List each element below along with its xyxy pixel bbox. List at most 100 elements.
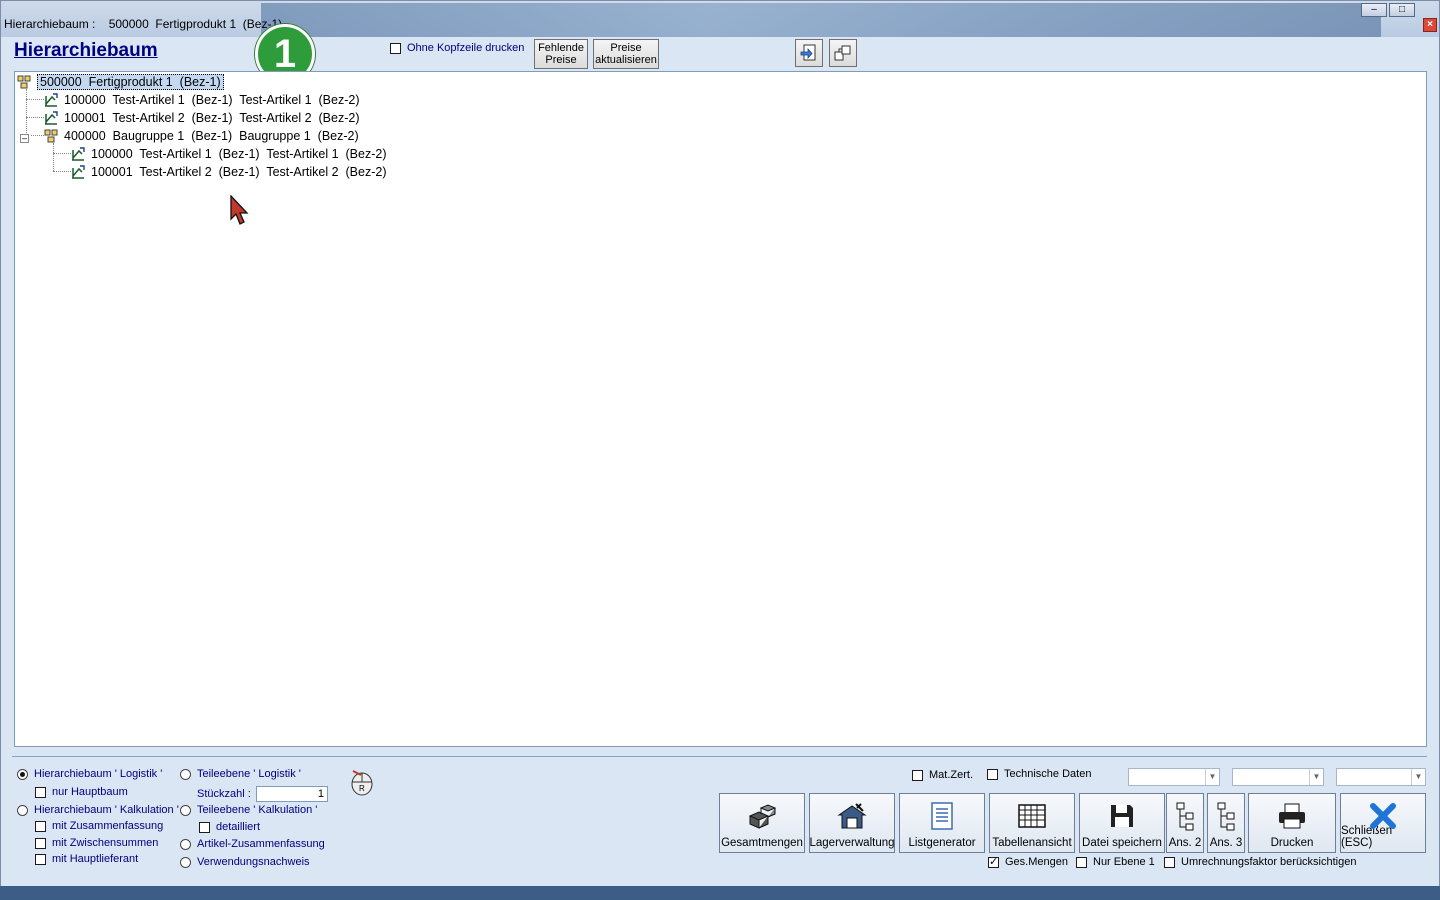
radio-indicator[interactable] bbox=[180, 856, 191, 868]
button-label: Ans. 3 bbox=[1209, 837, 1243, 849]
page-title[interactable]: Hierarchiebaum bbox=[14, 40, 158, 62]
mit-hauptlieferant-checkbox[interactable]: mit Hauptlieferant bbox=[35, 853, 138, 865]
button-label-line1: Preise bbox=[610, 42, 642, 54]
tree-node-label: 100001 Test-Artikel 2 (Bez-1) Test-Artik… bbox=[64, 111, 360, 125]
nur-ebene-checkbox[interactable]: Nur Ebene 1 bbox=[1076, 856, 1155, 868]
title-bar: Hierarchiebaum : 500000 Fertigprodukt 1 … bbox=[1, 1, 1439, 37]
checkbox-box[interactable] bbox=[35, 853, 46, 865]
checkbox-label: Umrechnungsfaktor berücksichtigen bbox=[1181, 856, 1357, 868]
tree-node-label: 100000 Test-Artikel 1 (Bez-1) Test-Artik… bbox=[64, 93, 360, 107]
drucken-button[interactable]: Drucken bbox=[1248, 793, 1336, 853]
fehlende-preise-button[interactable]: Fehlende Preise bbox=[534, 39, 588, 69]
dropdown-2[interactable]: ▼ bbox=[1232, 768, 1324, 786]
article-icon bbox=[45, 93, 58, 107]
close-x-icon bbox=[1370, 803, 1396, 829]
hb-kalkulation-radio[interactable]: Hierarchiebaum ' Kalkulation ' bbox=[17, 804, 179, 816]
listgenerator-button[interactable]: Listgenerator bbox=[899, 793, 985, 853]
checkbox-box[interactable] bbox=[199, 821, 210, 833]
export-doc-button[interactable] bbox=[795, 39, 823, 67]
taskbar-strip bbox=[0, 886, 1440, 900]
checkbox-box[interactable] bbox=[988, 855, 999, 868]
artikel-zusammenfassung-radio[interactable]: Artikel-Zusammenfassung bbox=[180, 838, 325, 850]
checkbox-box[interactable] bbox=[35, 837, 46, 849]
boxes-icon bbox=[748, 804, 777, 829]
radio-indicator[interactable] bbox=[180, 768, 191, 780]
umrechnungsfaktor-checkbox[interactable]: Umrechnungsfaktor berücksichtigen bbox=[1164, 856, 1356, 868]
assembly-icon bbox=[44, 129, 58, 143]
checkbox-box[interactable] bbox=[1164, 856, 1175, 868]
radio-indicator[interactable] bbox=[17, 768, 28, 780]
hb-logistik-radio[interactable]: Hierarchiebaum ' Logistik ' bbox=[17, 768, 162, 780]
chevron-down-icon: ▼ bbox=[1205, 769, 1219, 785]
te-logistik-radio[interactable]: Teileebene ' Logistik ' bbox=[180, 768, 301, 780]
tree-node-root[interactable]: 500000 Fertigprodukt 1 (Bez-1) bbox=[17, 73, 224, 91]
button-label: Drucken bbox=[1270, 837, 1314, 849]
hierarchy-tree[interactable]: – 500000 Fertigprodukt 1 (Bez-1) 100000 … bbox=[14, 71, 1427, 747]
checkbox-box[interactable] bbox=[1076, 856, 1087, 868]
stueckzahl-label: Stückzahl : bbox=[197, 788, 251, 800]
stueckzahl-input[interactable]: 1 bbox=[256, 786, 328, 802]
radio-indicator[interactable] bbox=[17, 804, 28, 816]
radio-indicator[interactable] bbox=[180, 804, 191, 816]
radio-label: Teileebene ' Logistik ' bbox=[197, 768, 301, 780]
tree-node[interactable]: 100000 Test-Artikel 1 (Bez-1) Test-Artik… bbox=[44, 91, 359, 109]
button-label: Lagerverwaltung bbox=[809, 837, 895, 849]
gesamtmengen-button[interactable]: Gesamtmengen bbox=[719, 793, 805, 853]
maximize-button[interactable]: □ bbox=[1389, 3, 1415, 17]
nur-hauptbaum-checkbox[interactable]: nur Hauptbaum bbox=[35, 786, 128, 798]
datei-speichern-button[interactable]: Datei speichern bbox=[1079, 793, 1165, 853]
tree-node-assembly[interactable]: 400000 Baugruppe 1 (Bez-1) Baugruppe 1 (… bbox=[44, 127, 359, 145]
close-window-button[interactable]: × bbox=[1423, 18, 1437, 32]
verwendungsnachweis-radio[interactable]: Verwendungsnachweis bbox=[180, 856, 310, 868]
tree-node-label: 100001 Test-Artikel 2 (Bez-1) Test-Artik… bbox=[91, 165, 387, 179]
checkbox-label: Ges.Mengen bbox=[1005, 856, 1068, 868]
mouse-cursor-icon bbox=[230, 195, 249, 225]
article-icon bbox=[45, 111, 58, 125]
minimize-button[interactable]: – bbox=[1361, 3, 1387, 17]
radio-label: Teileebene ' Kalkulation ' bbox=[197, 804, 318, 816]
checkbox-box[interactable] bbox=[35, 786, 46, 798]
detailliert-checkbox[interactable]: detailliert bbox=[199, 821, 260, 833]
table-grid-icon bbox=[1018, 804, 1046, 828]
ans2-button[interactable]: Ans. 2 bbox=[1166, 793, 1204, 853]
checkbox-label: Mat.Zert. bbox=[929, 769, 974, 781]
tree-structure-icon bbox=[1176, 802, 1194, 831]
structure-view-button[interactable] bbox=[829, 39, 857, 67]
checkbox-box[interactable] bbox=[35, 820, 46, 832]
list-document-icon bbox=[931, 802, 953, 830]
button-label-line2: aktualisieren bbox=[595, 54, 657, 66]
dropdown-1[interactable]: ▼ bbox=[1128, 768, 1220, 786]
checkbox-box[interactable] bbox=[390, 42, 401, 54]
tabellenansicht-button[interactable]: Tabellenansicht bbox=[989, 793, 1075, 853]
button-label: Datei speichern bbox=[1082, 837, 1162, 849]
warehouse-icon bbox=[837, 803, 867, 829]
te-kalkulation-radio[interactable]: Teileebene ' Kalkulation ' bbox=[180, 804, 317, 816]
tree-node[interactable]: 100001 Test-Artikel 2 (Bez-1) Test-Artik… bbox=[71, 163, 386, 181]
checkbox-box[interactable] bbox=[912, 769, 923, 781]
lagerverwaltung-button[interactable]: Lagerverwaltung bbox=[809, 793, 895, 853]
mit-zusammenfassung-checkbox[interactable]: mit Zusammenfassung bbox=[35, 820, 163, 832]
ges-mengen-checkbox[interactable]: Ges.Mengen bbox=[988, 855, 1068, 868]
checkbox-label: detailliert bbox=[216, 821, 261, 833]
ohne-kopfzeile-checkbox[interactable]: Ohne Kopfzeile drucken bbox=[390, 42, 524, 54]
checkbox-box[interactable] bbox=[987, 768, 998, 780]
structure-box-icon bbox=[834, 45, 851, 61]
technische-daten-checkbox[interactable]: Technische Daten bbox=[987, 768, 1091, 780]
checkbox-label: Technische Daten bbox=[1004, 768, 1092, 780]
window-title: Hierarchiebaum : 500000 Fertigprodukt 1 … bbox=[4, 17, 283, 31]
mouse-r-icon[interactable]: R bbox=[347, 765, 377, 797]
radio-indicator[interactable] bbox=[180, 838, 191, 850]
dropdown-3[interactable]: ▼ bbox=[1336, 768, 1426, 786]
schliessen-button[interactable]: Schließen (ESC) bbox=[1340, 793, 1426, 853]
preise-aktualisieren-button[interactable]: Preise aktualisieren bbox=[593, 39, 659, 69]
mit-zwischensummen-checkbox[interactable]: mit Zwischensummen bbox=[35, 837, 158, 849]
ans3-button[interactable]: Ans. 3 bbox=[1207, 793, 1245, 853]
matzert-checkbox[interactable]: Mat.Zert. bbox=[912, 769, 973, 781]
button-label: Tabellenansicht bbox=[992, 837, 1072, 849]
printer-icon bbox=[1279, 803, 1305, 829]
tree-node[interactable]: 100000 Test-Artikel 1 (Bez-1) Test-Artik… bbox=[71, 145, 386, 163]
collapse-toggle[interactable]: – bbox=[20, 134, 29, 143]
svg-text:R: R bbox=[359, 784, 365, 793]
checkbox-label: Nur Ebene 1 bbox=[1093, 856, 1155, 868]
tree-node[interactable]: 100001 Test-Artikel 2 (Bez-1) Test-Artik… bbox=[44, 109, 359, 127]
